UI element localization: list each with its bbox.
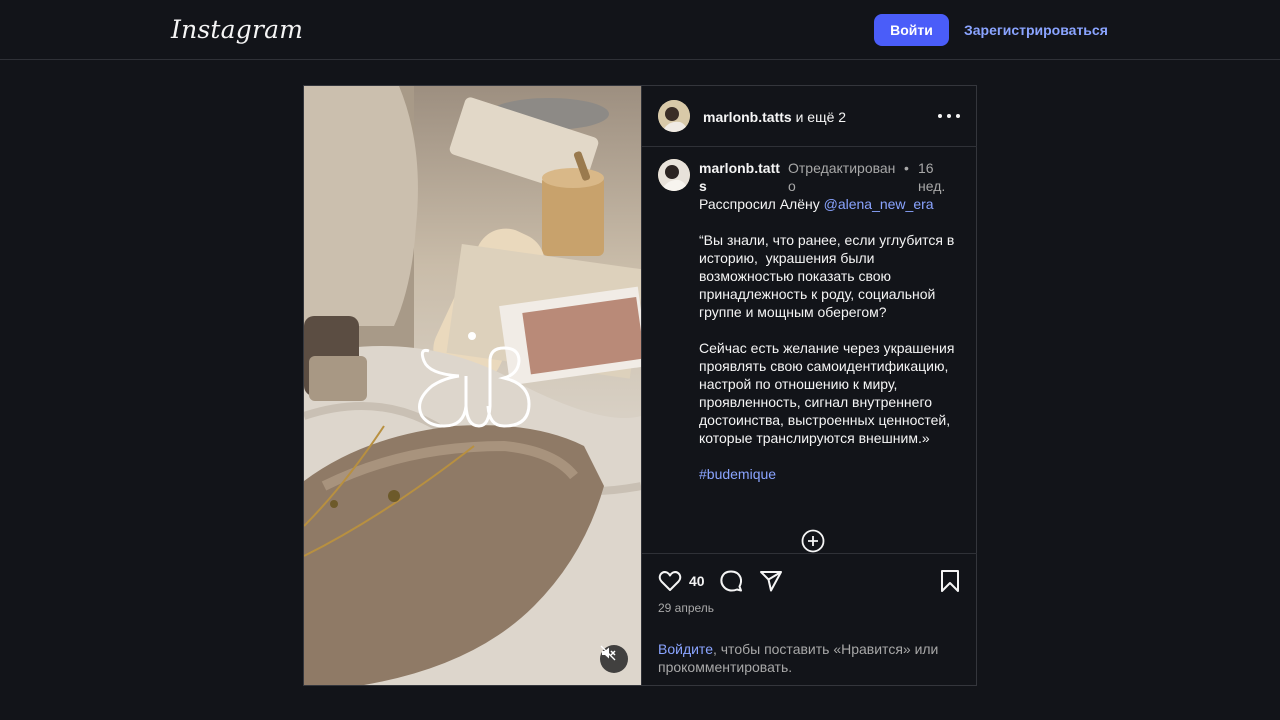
author-username[interactable]: marlonb.tatts xyxy=(703,109,792,125)
heart-icon[interactable] xyxy=(657,568,683,594)
post-date[interactable]: 29 апрель xyxy=(658,601,714,615)
more-options-icon[interactable] xyxy=(938,114,960,120)
coauthors-suffix: и ещё 2 xyxy=(791,109,847,125)
signup-link[interactable]: Зарегистрироваться xyxy=(964,22,1108,38)
caption-time[interactable]: 16 нед. xyxy=(918,159,953,195)
caption-avatar[interactable] xyxy=(658,159,690,191)
edited-label: Отредактировано xyxy=(788,160,896,194)
post-actions: 40 29 апрель Войдите, чтобы поставить «Н… xyxy=(642,553,977,685)
meta-separator: • xyxy=(904,160,909,176)
login-prompt-link[interactable]: Войдите xyxy=(658,641,713,657)
load-more-comments-button[interactable] xyxy=(801,529,825,553)
plus-circle-icon xyxy=(801,529,825,553)
send-icon[interactable] xyxy=(758,568,784,594)
post-header: marlonb.tatts и ещё 2 xyxy=(642,86,977,147)
bookmark-icon[interactable] xyxy=(937,568,963,594)
hashtag-link[interactable]: #budemique xyxy=(699,465,961,483)
top-navigation: Instagram Войти Зарегистрироваться xyxy=(0,0,1280,60)
instagram-logo[interactable]: Instagram xyxy=(171,15,303,44)
video-frame-illustration xyxy=(304,86,641,685)
login-prompt: Войдите, чтобы поставить «Нравится» или … xyxy=(658,640,968,676)
caption-paragraph-2: Сейчас есть желание через украшения проя… xyxy=(699,340,959,446)
mute-button[interactable] xyxy=(600,645,628,673)
post-author-title[interactable]: marlonb.tatts и ещё 2 xyxy=(703,109,846,125)
post-video[interactable] xyxy=(304,86,641,685)
author-avatar[interactable] xyxy=(658,100,690,132)
mute-icon xyxy=(600,645,616,661)
caption-text: Расспросил Алёну @alena_new_era “Вы знал… xyxy=(699,195,961,483)
post-card: marlonb.tatts и ещё 2 marlonb.tatts Отре… xyxy=(303,85,977,686)
caption-username[interactable]: marlonb.tatts xyxy=(699,159,785,195)
comment-icon[interactable] xyxy=(718,568,744,594)
login-button[interactable]: Войти xyxy=(874,14,949,46)
mention-link[interactable]: @alena_new_era xyxy=(824,196,934,212)
caption-paragraph-1: “Вы знали, что ранее, если углубится в и… xyxy=(699,232,959,320)
post-side-panel: marlonb.tatts и ещё 2 marlonb.tatts Отре… xyxy=(641,86,977,685)
caption-intro: Расспросил Алёну xyxy=(699,196,824,212)
like-count[interactable]: 40 xyxy=(689,573,705,589)
